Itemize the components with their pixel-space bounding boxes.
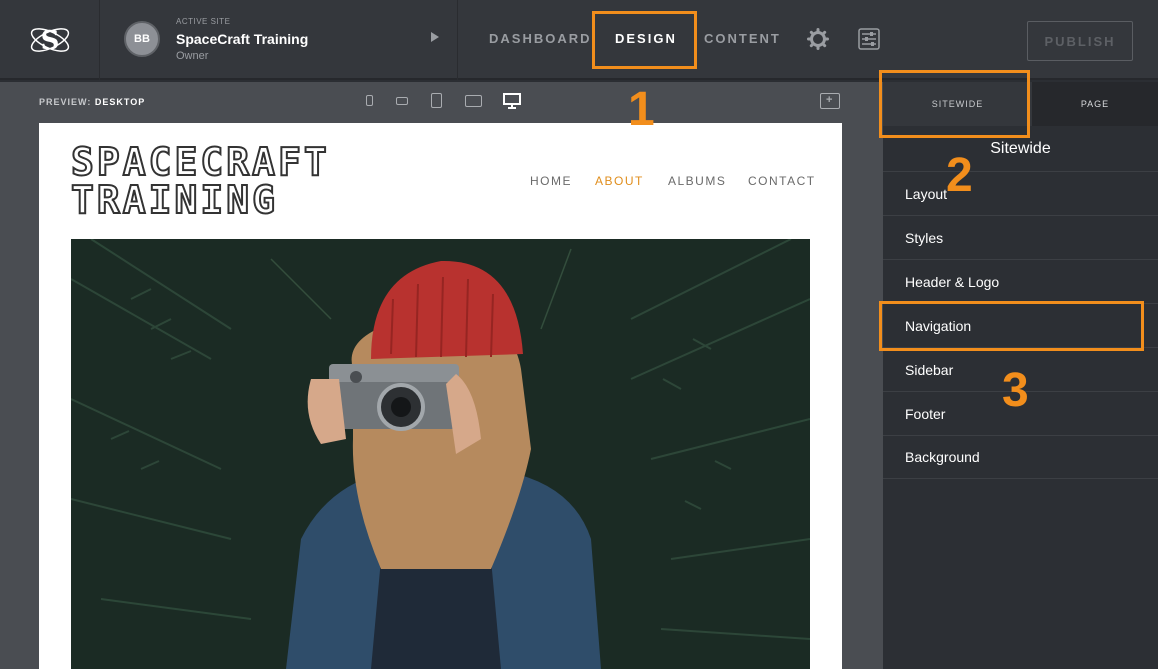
site-preview-canvas: SPACECRAFT TRAINING HOME ABOUT ALBUMS CO… bbox=[39, 123, 842, 669]
spacecraft-logo-icon[interactable]: S bbox=[28, 18, 72, 62]
sliders-icon[interactable] bbox=[858, 28, 880, 50]
logo-cell[interactable]: S bbox=[0, 0, 100, 80]
active-site-label: ACTIVE SITE bbox=[176, 17, 231, 26]
step-number-2: 2 bbox=[946, 149, 973, 202]
step-number-1: 1 bbox=[628, 83, 655, 136]
tab-content[interactable]: CONTENT bbox=[704, 31, 781, 46]
site-name: SpaceCraft Training bbox=[176, 31, 309, 47]
gear-icon[interactable] bbox=[807, 28, 829, 50]
highlight-navigation-item bbox=[879, 301, 1144, 351]
svg-text:S: S bbox=[40, 26, 59, 56]
site-menu-contact[interactable]: CONTACT bbox=[748, 174, 816, 188]
panel-item-styles[interactable]: Styles bbox=[883, 215, 1158, 259]
panel-item-header-logo[interactable]: Header & Logo bbox=[883, 259, 1158, 303]
preview-label-prefix: PREVIEW: bbox=[39, 97, 92, 107]
panel-title: Sitewide bbox=[990, 140, 1051, 157]
panel-item-layout[interactable]: Layout bbox=[883, 171, 1158, 215]
site-role: Owner bbox=[176, 50, 209, 62]
tablet-landscape-icon[interactable] bbox=[465, 95, 482, 107]
add-page-icon[interactable] bbox=[820, 93, 840, 109]
tab-page[interactable]: PAGE bbox=[1032, 82, 1158, 126]
site-brand[interactable]: SPACECRAFT TRAINING bbox=[70, 140, 330, 222]
phone-landscape-icon[interactable] bbox=[396, 97, 408, 105]
tab-dashboard[interactable]: DASHBOARD bbox=[489, 31, 592, 46]
active-site-switcher[interactable]: BB ACTIVE SITE SpaceCraft Training Owner bbox=[100, 0, 458, 80]
highlight-design-tab bbox=[592, 11, 697, 69]
hero-photo bbox=[71, 239, 810, 669]
top-bar: S BB ACTIVE SITE SpaceCraft Training Own… bbox=[0, 0, 1158, 80]
brand-line-2: TRAINING bbox=[70, 178, 279, 222]
site-menu-home[interactable]: HOME bbox=[530, 174, 572, 188]
site-menu-albums[interactable]: ALBUMS bbox=[668, 174, 726, 188]
publish-button[interactable]: PUBLISH bbox=[1027, 21, 1133, 61]
phone-portrait-icon[interactable] bbox=[366, 95, 373, 106]
panel-item-background[interactable]: Background bbox=[883, 435, 1158, 479]
preview-label-value: DESKTOP bbox=[94, 97, 146, 107]
tablet-portrait-icon[interactable] bbox=[431, 93, 442, 108]
brand-line-1: SPACECRAFT bbox=[70, 140, 330, 184]
highlight-sitewide-tab bbox=[879, 70, 1030, 138]
desktop-icon[interactable] bbox=[503, 93, 521, 109]
avatar: BB bbox=[124, 21, 160, 57]
step-number-3: 3 bbox=[1002, 364, 1029, 417]
preview-label: PREVIEW: DESKTOP bbox=[39, 97, 145, 107]
play-arrow-icon[interactable] bbox=[431, 32, 439, 42]
site-menu-about[interactable]: ABOUT bbox=[595, 174, 644, 188]
